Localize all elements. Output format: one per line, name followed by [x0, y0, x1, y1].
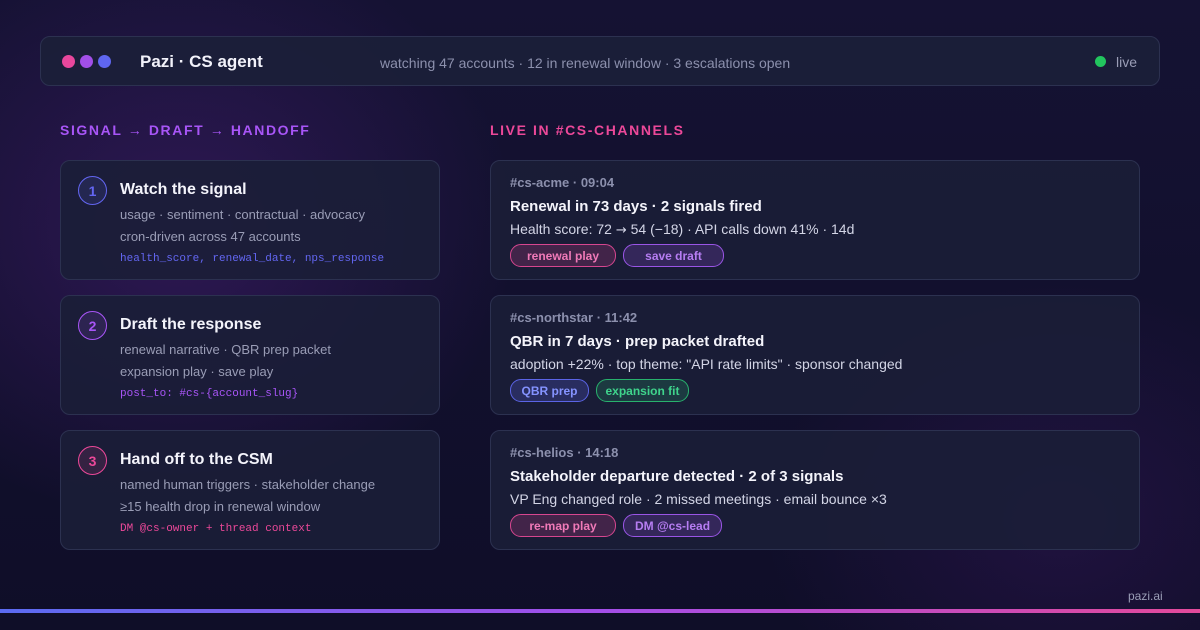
message-body: VP Eng changed role · 2 missed meetings …	[510, 491, 887, 507]
message-title: Renewal in 73 days · 2 signals fired	[510, 198, 762, 215]
step-code: post_to: #cs-{account_slug}	[120, 388, 299, 400]
step-description: expansion play · save play	[120, 364, 274, 379]
re-map-play-button[interactable]: re-map play	[510, 514, 616, 537]
step-number-badge: 1	[78, 176, 107, 205]
channel-timestamp: #cs-northstar · 11:42	[510, 310, 638, 325]
step-description: named human triggers · stakeholder chang…	[120, 477, 376, 492]
message-body: adoption +22% · top theme: "API rate lim…	[510, 356, 902, 372]
step-title: Watch the signal	[120, 181, 247, 198]
channel-timestamp: #cs-acme · 09:04	[510, 175, 615, 190]
app-title: Pazi · CS agent	[140, 52, 263, 71]
step-card: 3 Hand off to the CSM named human trigge…	[60, 430, 440, 550]
step-code: health_score, renewal_date, nps_response	[120, 253, 385, 265]
arrow-right-icon: →	[615, 223, 627, 238]
channels-heading: LIVE IN #CS-CHANNELS	[490, 122, 685, 138]
step-number-badge: 2	[78, 311, 107, 340]
qbr-prep-button[interactable]: QBR prep	[510, 379, 589, 402]
step-description: usage · sentiment · contractual · advoca…	[120, 207, 365, 222]
renewal-play-button[interactable]: renewal play	[510, 244, 616, 267]
channel-timestamp: #cs-helios · 14:18	[510, 445, 619, 460]
pipeline-heading: SIGNAL → DRAFT → HANDOFF	[60, 122, 311, 138]
save-draft-button[interactable]: save draft	[623, 244, 724, 267]
live-indicator-icon	[1095, 56, 1106, 67]
channel-message-card: #cs-acme · 09:04 Renewal in 73 days · 2 …	[490, 160, 1140, 280]
message-body-text: 54 (−18) · API calls down 41% · 14d	[626, 221, 855, 237]
message-body: Health score: 72 → 54 (−18) · API calls …	[510, 221, 854, 238]
expansion-fit-button[interactable]: expansion fit	[596, 379, 689, 402]
channel-message-card: #cs-northstar · 11:42 QBR in 7 days · pr…	[490, 295, 1140, 415]
step-card: 1 Watch the signal usage · sentiment · c…	[60, 160, 440, 280]
gradient-bottom-bar	[0, 609, 1200, 613]
step-card: 2 Draft the response renewal narrative ·…	[60, 295, 440, 415]
window-dot-pink-icon	[62, 55, 75, 68]
top-bar: Pazi · CS agent watching 47 accounts · 1…	[40, 36, 1160, 86]
dm-cs-lead-button[interactable]: DM @cs-lead	[623, 514, 722, 537]
message-body-text: adoption +22% · top theme: "API rate lim…	[510, 356, 903, 372]
step-number-badge: 3	[78, 446, 107, 475]
step-description: cron-driven across 47 accounts	[120, 229, 301, 244]
step-code: DM @cs-owner + thread context	[120, 523, 312, 535]
step-description: ≥15 health drop in renewal window	[120, 499, 321, 514]
window-dot-blue-icon	[98, 55, 111, 68]
step-description: renewal narrative · QBR prep packet	[120, 342, 331, 357]
message-body-text: VP Eng changed role · 2 missed meetings …	[510, 491, 887, 507]
brand-footer: pazi.ai	[1128, 589, 1163, 603]
live-label: live	[1116, 54, 1138, 70]
message-title: QBR in 7 days · prep packet drafted	[510, 333, 765, 350]
status-summary: watching 47 accounts · 12 in renewal win…	[380, 55, 791, 71]
channel-message-card: #cs-helios · 14:18 Stakeholder departure…	[490, 430, 1140, 550]
step-title: Hand off to the CSM	[120, 451, 273, 468]
message-title: Stakeholder departure detected · 2 of 3 …	[510, 468, 844, 485]
window-dot-purple-icon	[80, 55, 93, 68]
message-body-text: Health score: 72	[510, 221, 616, 237]
step-title: Draft the response	[120, 316, 262, 333]
